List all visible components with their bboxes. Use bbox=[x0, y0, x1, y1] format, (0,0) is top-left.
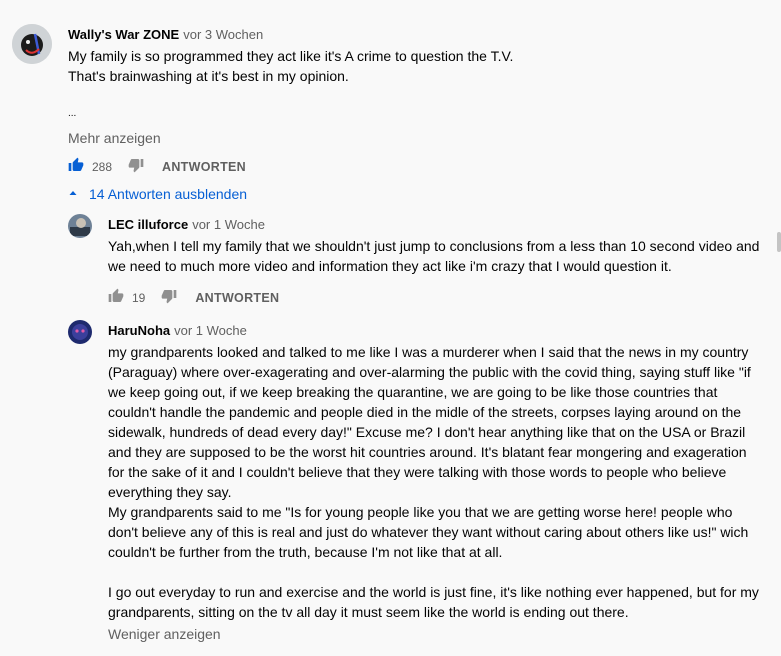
reply-actions: 19 ANTWORTEN bbox=[108, 288, 279, 307]
reply-header: LEC illuforce vor 1 Woche bbox=[108, 216, 265, 234]
comment-ellipsis: ... bbox=[68, 108, 77, 119]
comment-time[interactable]: vor 3 Wochen bbox=[183, 27, 263, 42]
reply-author[interactable]: HaruNoha bbox=[108, 323, 170, 338]
avatar[interactable] bbox=[68, 320, 92, 344]
hide-replies-label: 14 Antworten ausblenden bbox=[89, 186, 248, 202]
show-less-link[interactable]: Weniger anzeigen bbox=[108, 626, 221, 642]
avatar[interactable] bbox=[12, 24, 52, 64]
comment-text: My family is so programmed they act like… bbox=[68, 48, 514, 84]
dislike-icon[interactable] bbox=[128, 157, 144, 176]
like-count: 288 bbox=[92, 159, 113, 174]
like-icon[interactable] bbox=[68, 157, 84, 176]
like-icon[interactable] bbox=[108, 288, 124, 307]
reply-time[interactable]: vor 1 Woche bbox=[174, 323, 247, 338]
scrollbar-thumb[interactable] bbox=[777, 232, 781, 252]
avatar-image bbox=[68, 320, 92, 344]
comment-header: Wally's War ZONE vor 3 Wochen bbox=[68, 26, 263, 44]
reply-author[interactable]: LEC illuforce bbox=[108, 217, 188, 232]
reply-text: my grandparents looked and talked to me … bbox=[108, 344, 759, 620]
comment-actions: 288 ANTWORTEN bbox=[68, 157, 246, 176]
chevron-up-icon bbox=[68, 185, 78, 203]
avatar-image bbox=[12, 24, 52, 64]
avatar[interactable] bbox=[68, 214, 92, 238]
reply-time[interactable]: vor 1 Woche bbox=[192, 217, 265, 232]
reply-button[interactable]: ANTWORTEN bbox=[195, 291, 279, 305]
dislike-icon[interactable] bbox=[161, 288, 177, 307]
show-more-link[interactable]: Mehr anzeigen bbox=[68, 130, 161, 146]
reply-text: Yah,when I tell my family that we should… bbox=[108, 238, 760, 274]
like-count: 19 bbox=[132, 290, 146, 305]
comment-author[interactable]: Wally's War ZONE bbox=[68, 27, 179, 42]
reply-header: HaruNoha vor 1 Woche bbox=[108, 322, 247, 340]
reply-button[interactable]: ANTWORTEN bbox=[162, 160, 246, 174]
avatar-image bbox=[68, 214, 92, 238]
hide-replies-toggle[interactable]: 14 Antworten ausblenden bbox=[68, 185, 247, 203]
